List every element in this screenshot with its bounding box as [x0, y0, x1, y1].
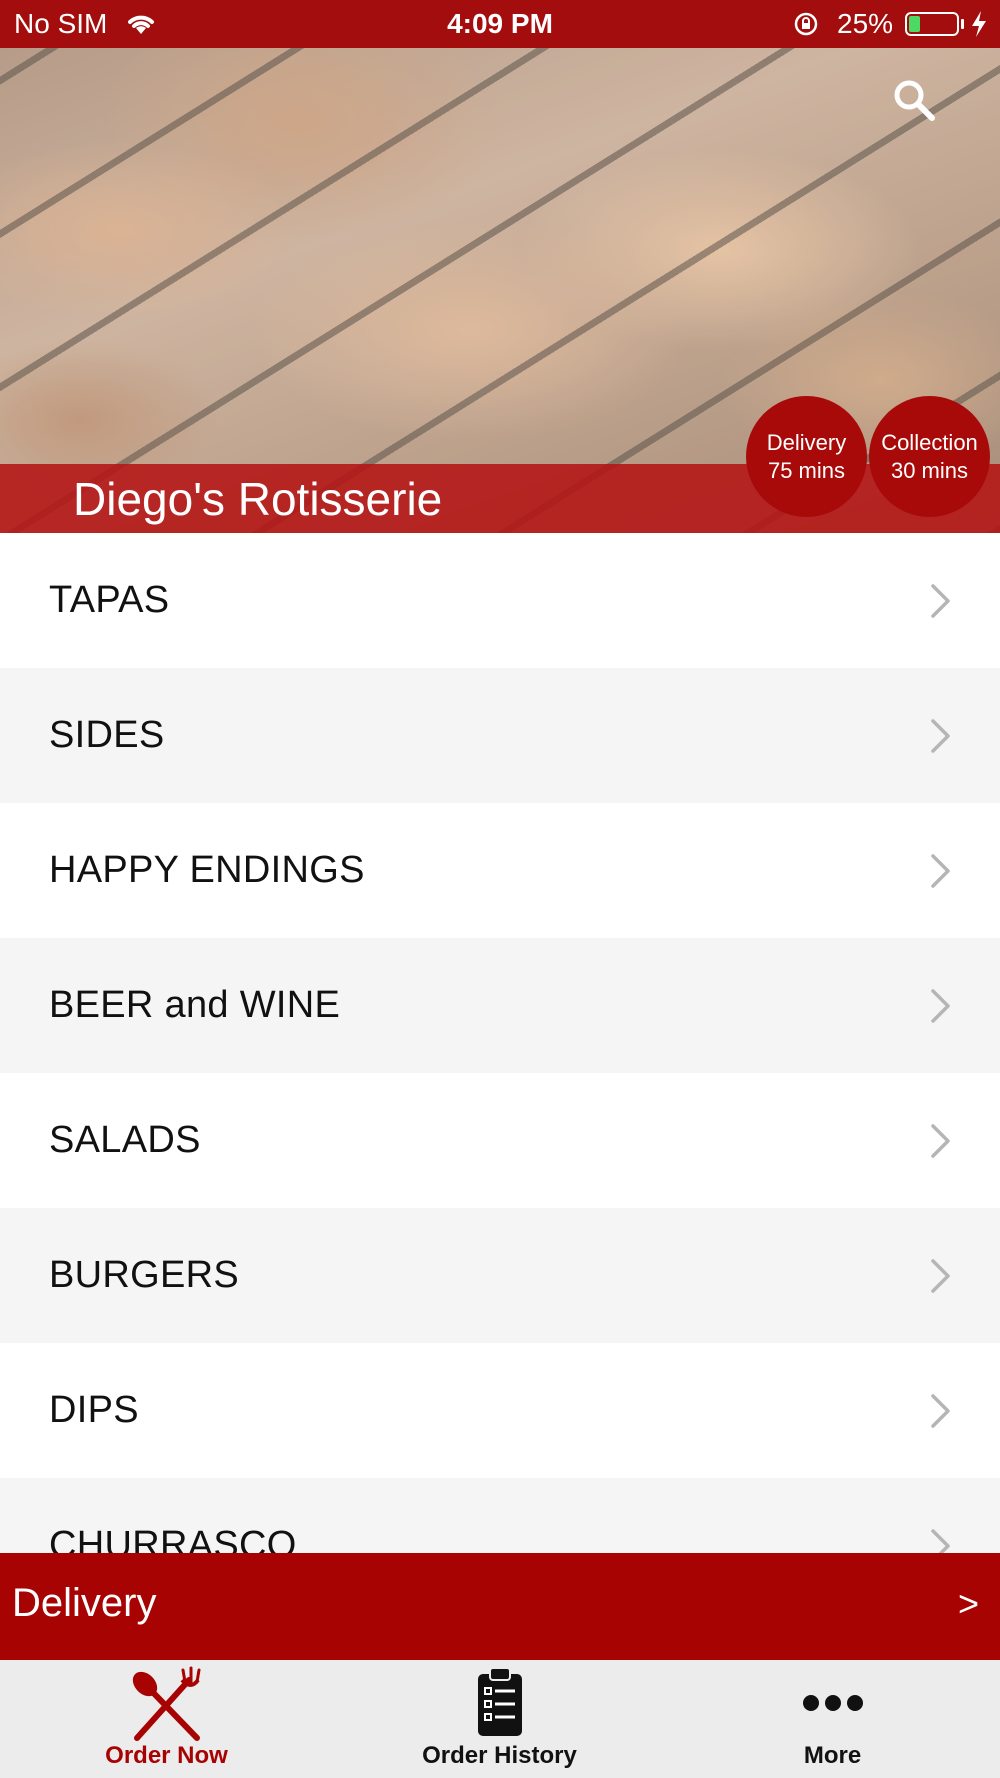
chevron-right-icon	[931, 988, 950, 1023]
menu-category-label: BURGERS	[49, 1254, 240, 1296]
menu-category-label: CHURRASCO	[49, 1524, 297, 1553]
menu-category-churrasco[interactable]: CHURRASCO	[0, 1478, 1000, 1553]
collection-time-badge: Collection 30 mins	[869, 396, 990, 517]
menu-category-list[interactable]: TAPAS SIDES HAPPY ENDINGS BEER and WINE …	[0, 533, 1000, 1553]
tab-order-history[interactable]: Order History	[333, 1660, 666, 1778]
collection-badge-label: Collection	[881, 429, 978, 455]
menu-category-label: BEER and WINE	[49, 984, 341, 1026]
menu-category-label: TAPAS	[49, 579, 170, 621]
more-dots-icon	[802, 1694, 864, 1717]
fork-knife-icon	[127, 1666, 207, 1747]
delivery-badge-time: 75 mins	[767, 457, 846, 483]
delivery-badge-label: Delivery	[766, 429, 847, 455]
delivery-mode-arrow: >	[958, 1583, 980, 1624]
delivery-time-badge: Delivery 75 mins	[746, 396, 867, 517]
collection-badge-time: 30 mins	[890, 457, 969, 483]
charging-bolt-icon	[970, 10, 988, 43]
tab-label: More	[803, 1742, 862, 1769]
chevron-right-icon	[931, 718, 950, 753]
chevron-right-icon	[931, 1123, 950, 1158]
menu-category-label: DIPS	[49, 1389, 139, 1431]
status-bar: No SIM 4:09 PM 25%	[0, 0, 1000, 48]
tab-order-now[interactable]: Order Now	[0, 1660, 333, 1778]
battery-percent: 25%	[837, 8, 894, 39]
clipboard-list-icon	[475, 1666, 525, 1743]
restaurant-name: Diego's Rotisserie	[73, 473, 443, 525]
menu-category-burgers[interactable]: BURGERS	[0, 1208, 1000, 1343]
tab-bar: Order Now Order History More	[0, 1660, 1000, 1778]
delivery-mode-bar[interactable]: Delivery >	[0, 1553, 1000, 1660]
chevron-right-icon	[931, 1258, 950, 1293]
menu-category-label: SALADS	[49, 1119, 201, 1161]
menu-category-tapas[interactable]: TAPAS	[0, 533, 1000, 668]
tab-label: Order History	[422, 1742, 577, 1769]
menu-category-sides[interactable]: SIDES	[0, 668, 1000, 803]
chevron-right-icon	[931, 583, 950, 618]
menu-category-label: HAPPY ENDINGS	[49, 849, 365, 891]
chevron-right-icon	[931, 853, 950, 888]
chevron-right-icon	[931, 1393, 950, 1428]
menu-category-beer-and-wine[interactable]: BEER and WINE	[0, 938, 1000, 1073]
tab-label: Order Now	[105, 1742, 228, 1769]
menu-category-happy-endings[interactable]: HAPPY ENDINGS	[0, 803, 1000, 938]
search-icon[interactable]	[890, 76, 938, 124]
menu-category-label: SIDES	[49, 714, 165, 756]
menu-category-dips[interactable]: DIPS	[0, 1343, 1000, 1478]
menu-category-salads[interactable]: SALADS	[0, 1073, 1000, 1208]
battery-icon	[905, 12, 959, 36]
delivery-mode-label: Delivery	[12, 1581, 157, 1625]
tab-more[interactable]: More	[666, 1660, 999, 1778]
orientation-lock-icon	[792, 12, 820, 41]
chevron-right-icon	[931, 1528, 950, 1553]
